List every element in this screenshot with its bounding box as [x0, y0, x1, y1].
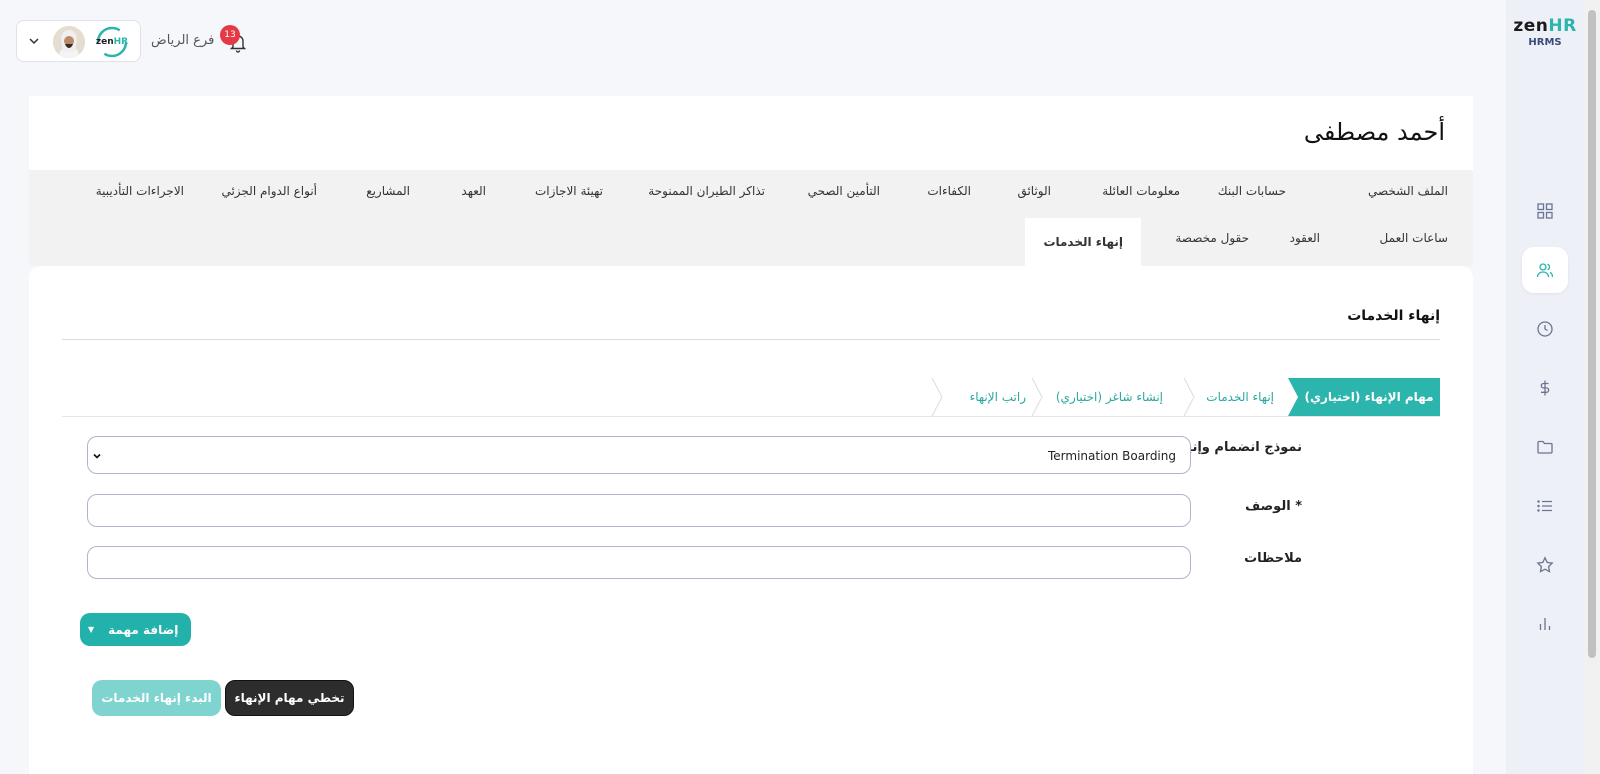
logo-hr-text: HR	[1548, 16, 1577, 36]
chevron-down-icon	[29, 38, 39, 45]
users-icon	[1536, 263, 1554, 278]
description-label: الوصف *	[1245, 499, 1302, 514]
add-task-label: إضافة مهمة	[108, 622, 179, 637]
dropdown-arrow-icon	[93, 453, 101, 459]
employee-header: أحمد مصطفى	[29, 96, 1473, 170]
notes-label: ملاحظات	[1244, 551, 1302, 566]
step-separator	[931, 378, 943, 416]
termination-panel: إنهاء الخدمات مهام الإنهاء (اختياري) إنه…	[29, 266, 1473, 774]
page-scrollbar[interactable]	[1584, 0, 1600, 774]
star-icon	[1536, 556, 1554, 573]
tab-termination[interactable]: إنهاء الخدمات	[1025, 218, 1141, 266]
step-end-services[interactable]: إنهاء الخدمات	[1206, 378, 1274, 416]
sidebar-item-employees[interactable]	[1522, 247, 1568, 293]
employee-name: أحمد مصطفى	[1303, 118, 1445, 146]
step-separator	[1031, 378, 1043, 416]
badge-zen-text: zen	[95, 37, 114, 47]
notification-badge: 13	[220, 25, 240, 45]
add-task-button[interactable]: ▼ إضافة مهمة	[80, 613, 191, 646]
tab-family-info[interactable]: معلومات العائلة	[1102, 184, 1180, 198]
termination-stepper: مهام الإنهاء (اختياري) إنهاء الخدمات إنش…	[920, 378, 1440, 416]
step-separator	[1183, 378, 1195, 416]
sidebar-item-performance[interactable]	[1522, 542, 1568, 588]
logo-subtitle: HRMS	[1528, 37, 1562, 48]
template-label: نموذج انضمام وإنهاء	[1172, 440, 1302, 455]
step-termination-salary[interactable]: راتب الإنهاء	[970, 378, 1026, 416]
tab-bank-accounts[interactable]: حسابات البنك	[1218, 184, 1286, 198]
dollar-icon	[1540, 380, 1550, 396]
template-select[interactable]: Termination Boarding	[87, 436, 1191, 474]
divider	[62, 339, 1440, 340]
sidebar-item-dashboard[interactable]	[1522, 188, 1568, 234]
list-icon	[1537, 500, 1552, 512]
grid-icon	[1537, 203, 1553, 219]
tab-health-insurance[interactable]: التأمين الصحي	[808, 184, 880, 198]
caret-down-icon[interactable]: ▼	[88, 625, 94, 634]
tab-part-time-types[interactable]: أنواع الدوام الجزئي	[221, 184, 317, 198]
avatar	[53, 26, 85, 58]
stepper-divider	[62, 416, 1440, 417]
sidebar: zenHR HRMS	[1506, 0, 1584, 774]
tab-contracts[interactable]: العقود	[1290, 231, 1320, 245]
sidebar-item-attendance[interactable]	[1522, 306, 1568, 352]
zenhr-logo[interactable]: zenHR HRMS	[1506, 16, 1584, 48]
description-input[interactable]	[87, 494, 1191, 527]
tab-flight-tickets[interactable]: تذاكر الطيران الممنوحة	[648, 184, 765, 198]
tab-custody[interactable]: العهد	[461, 184, 486, 198]
scrollbar-thumb[interactable]	[1588, 10, 1596, 658]
bar-chart-icon	[1539, 618, 1551, 630]
section-title: إنهاء الخدمات	[1347, 308, 1440, 324]
tab-working-hours[interactable]: ساعات العمل	[1380, 231, 1448, 245]
tab-disciplinary[interactable]: الاجراءات التأديبية	[96, 184, 184, 198]
tab-competencies[interactable]: الكفاءات	[927, 184, 971, 198]
company-logo: zenHR	[93, 26, 131, 58]
start-termination-button[interactable]: البدء إنهاء الخدمات	[92, 680, 221, 716]
template-selected-value: Termination Boarding	[1047, 449, 1176, 463]
tab-projects[interactable]: المشاريع	[366, 184, 410, 198]
branch-name[interactable]: فرع الرياض	[151, 33, 214, 48]
sidebar-item-reports[interactable]	[1522, 601, 1568, 647]
tab-leave-setup[interactable]: تهيئة الاجازات	[535, 184, 603, 198]
user-menu[interactable]: zenHR	[16, 20, 141, 62]
notes-input[interactable]	[87, 546, 1191, 579]
sidebar-item-payroll[interactable]	[1522, 365, 1568, 411]
folder-icon	[1537, 440, 1553, 454]
tab-documents[interactable]: الوثائق	[1017, 184, 1051, 198]
step-termination-tasks[interactable]: مهام الإنهاء (اختياري)	[1288, 378, 1440, 416]
sidebar-item-lists[interactable]	[1522, 483, 1568, 529]
clock-icon	[1537, 321, 1553, 337]
badge-hr-text: HR	[113, 37, 129, 47]
sidebar-item-documents[interactable]	[1522, 424, 1568, 470]
tab-profile[interactable]: الملف الشخصي	[1368, 184, 1448, 198]
skip-termination-tasks-button[interactable]: تخطي مهام الإنهاء	[225, 680, 354, 716]
logo-zen-text: zen	[1513, 16, 1549, 36]
tab-custom-fields[interactable]: حقول مخصصة	[1175, 231, 1249, 245]
step-create-vacancy[interactable]: إنشاء شاغر (اختياري)	[1056, 378, 1163, 416]
profile-tabs: الملف الشخصي حسابات البنك معلومات العائل…	[29, 170, 1473, 266]
